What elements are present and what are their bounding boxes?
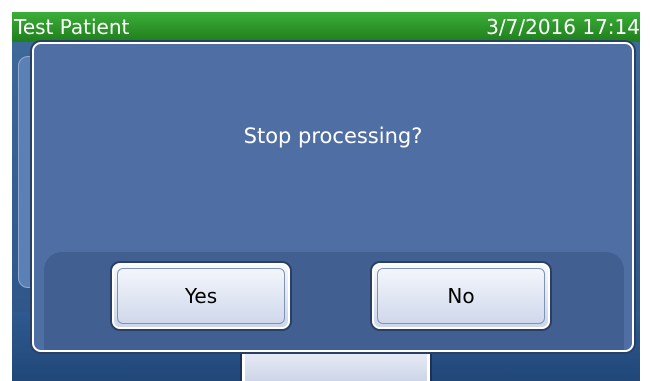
dialog-message: Stop processing? — [243, 124, 423, 148]
date-time: 3/7/2016 17:14 — [486, 15, 640, 39]
yes-button-label: Yes — [184, 284, 218, 308]
status-header: Test Patient 3/7/2016 17:14 — [12, 12, 640, 42]
no-button-label: No — [447, 284, 475, 308]
confirm-dialog: Stop processing? Yes No — [32, 42, 634, 352]
patient-name: Test Patient — [14, 15, 130, 39]
yes-button[interactable]: Yes — [112, 263, 290, 329]
no-button[interactable]: No — [372, 263, 550, 329]
